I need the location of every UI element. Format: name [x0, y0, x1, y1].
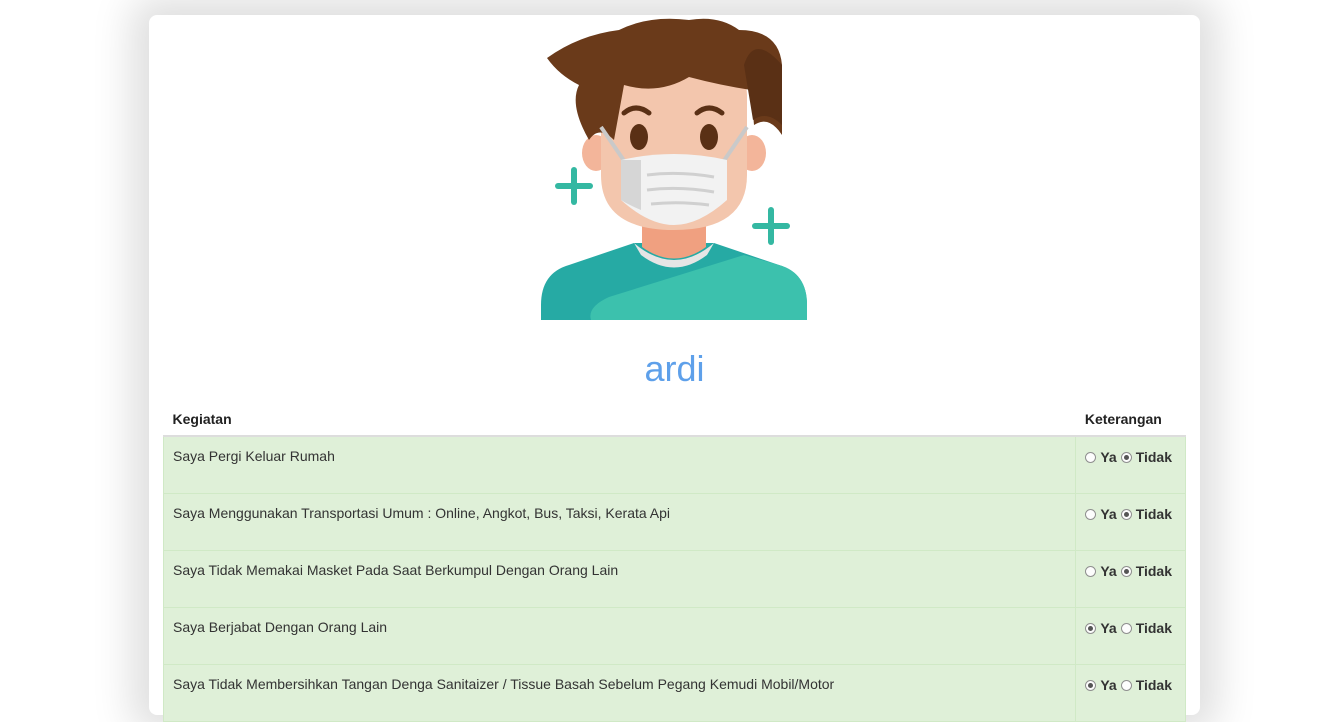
- radio-label-tidak[interactable]: Tidak: [1136, 620, 1172, 636]
- answer-cell: Ya Tidak: [1075, 550, 1186, 608]
- radio-label-tidak[interactable]: Tidak: [1136, 449, 1172, 465]
- radio-label-tidak[interactable]: Tidak: [1136, 677, 1172, 693]
- radio-ya[interactable]: [1085, 509, 1097, 520]
- radio-label-ya[interactable]: Ya: [1100, 620, 1116, 636]
- radio-label-tidak[interactable]: Tidak: [1136, 506, 1172, 522]
- user-name: ardi: [644, 348, 705, 389]
- radio-tidak[interactable]: [1120, 452, 1132, 463]
- table-row: Saya Tidak Membersihkan Tangan Denga San…: [162, 664, 1186, 722]
- activity-table: Kegiatan Keterangan Saya Pergi Keluar Ru…: [162, 403, 1186, 722]
- answer-cell: Ya Tidak: [1075, 607, 1186, 665]
- radio-ya[interactable]: [1085, 452, 1097, 463]
- column-header-activity: Kegiatan: [163, 403, 1076, 437]
- radio-tidak[interactable]: [1120, 566, 1132, 577]
- table-row: Saya Berjabat Dengan Orang Lain Ya Tidak: [162, 607, 1186, 665]
- answer-cell: Ya Tidak: [1075, 664, 1186, 722]
- radio-tidak[interactable]: [1120, 509, 1132, 520]
- radio-tidak[interactable]: [1120, 623, 1132, 634]
- activity-cell: Saya Tidak Memakai Masket Pada Saat Berk…: [162, 550, 1077, 608]
- activity-cell: Saya Tidak Membersihkan Tangan Denga San…: [162, 664, 1077, 722]
- activity-cell: Saya Berjabat Dengan Orang Lain: [162, 607, 1077, 665]
- answer-cell: Ya Tidak: [1075, 493, 1186, 551]
- radio-label-ya[interactable]: Ya: [1100, 506, 1116, 522]
- activity-cell: Saya Menggunakan Transportasi Umum : Onl…: [162, 493, 1077, 551]
- radio-label-ya[interactable]: Ya: [1100, 563, 1116, 579]
- table-header-row: Kegiatan Keterangan: [163, 403, 1186, 437]
- column-header-answer: Keterangan: [1075, 403, 1186, 437]
- masked-person-avatar: [541, 18, 807, 320]
- table-row: Saya Tidak Memakai Masket Pada Saat Berk…: [162, 550, 1186, 608]
- radio-label-tidak[interactable]: Tidak: [1136, 563, 1172, 579]
- table-row: Saya Menggunakan Transportasi Umum : Onl…: [162, 493, 1186, 551]
- assessment-card: ardi Kegiatan Keterangan Saya Pergi Kelu…: [149, 15, 1200, 722]
- radio-ya[interactable]: [1085, 566, 1097, 577]
- activity-cell: Saya Pergi Keluar Rumah: [162, 435, 1077, 494]
- radio-label-ya[interactable]: Ya: [1100, 449, 1116, 465]
- radio-tidak[interactable]: [1120, 680, 1132, 691]
- table-row: Saya Pergi Keluar Rumah Ya Tidak: [162, 435, 1186, 494]
- radio-ya[interactable]: [1085, 680, 1097, 691]
- radio-label-ya[interactable]: Ya: [1100, 677, 1116, 693]
- answer-cell: Ya Tidak: [1075, 435, 1186, 494]
- radio-ya[interactable]: [1085, 623, 1097, 634]
